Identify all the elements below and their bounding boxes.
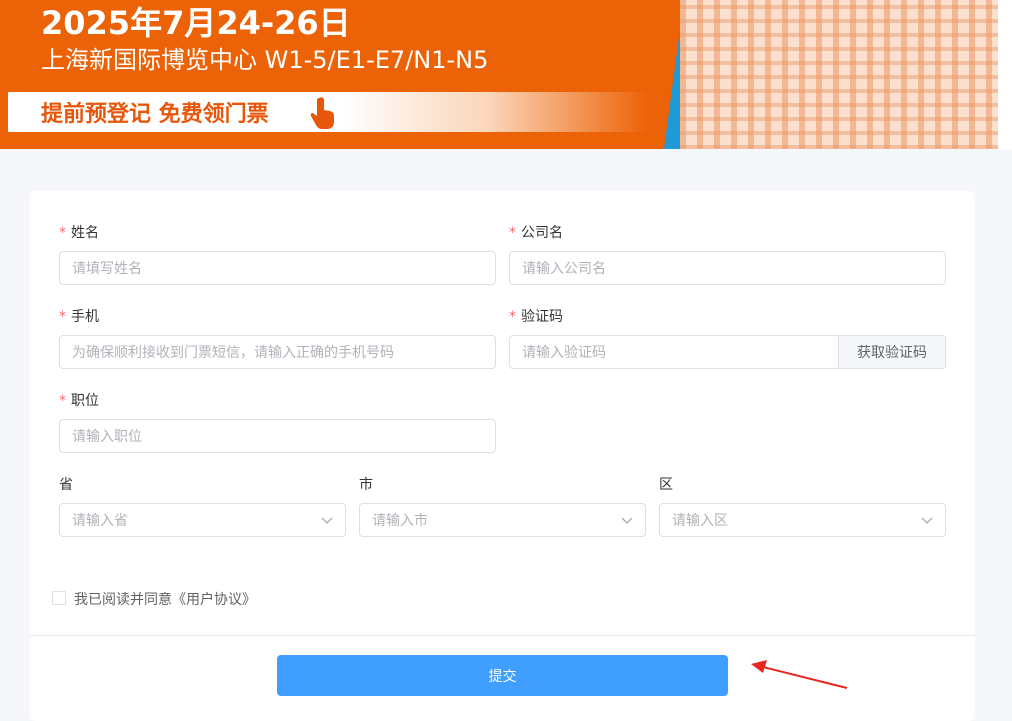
red-arrow-icon <box>751 660 848 689</box>
district-label: 区 <box>659 477 673 493</box>
required-mark: * <box>509 309 516 325</box>
company-placeholder: 请输入公司名 <box>522 261 606 277</box>
company-input[interactable]: 请输入公司名 <box>509 251 946 285</box>
phone-label: * 手机 <box>59 306 99 326</box>
required-mark: * <box>59 309 66 325</box>
code-input-group: 请输入验证码 获取验证码 <box>509 335 946 369</box>
name-placeholder: 请填写姓名 <box>72 261 142 277</box>
name-label: * 姓名 <box>59 222 99 242</box>
phone-input[interactable]: 为确保顺利接收到门票短信，请输入正确的手机号码 <box>59 335 496 369</box>
company-label-text: 公司名 <box>521 225 563 241</box>
name-input[interactable]: 请填写姓名 <box>59 251 496 285</box>
province-select[interactable]: 请输入省 <box>59 503 346 537</box>
code-input[interactable]: 请输入验证码 <box>510 336 838 368</box>
registration-form: * 姓名 请填写姓名 * 公司名 请输入公司名 * 手机 为确保顺利接收到门票短信，请… <box>30 191 975 721</box>
city-select[interactable]: 请输入市 <box>359 503 646 537</box>
position-label: * 职位 <box>59 390 99 410</box>
phone-label-text: 手机 <box>71 309 99 325</box>
chevron-down-icon <box>921 517 933 524</box>
name-label-text: 姓名 <box>71 225 99 241</box>
province-label: 省 <box>59 477 73 493</box>
code-label: * 验证码 <box>509 306 563 326</box>
kitchenware-pattern-image <box>680 0 998 149</box>
code-placeholder: 请输入验证码 <box>522 345 606 361</box>
event-venue: 上海新国际博览中心 W1-5/E1-E7/N1-N5 <box>41 46 489 74</box>
position-input[interactable]: 请输入职位 <box>59 419 496 453</box>
event-banner: 2025年7月24-26日 上海新国际博览中心 W1-5/E1-E7/N1-N5… <box>0 0 1012 149</box>
agreement-checkbox[interactable] <box>52 591 66 605</box>
company-label: * 公司名 <box>509 222 563 242</box>
required-mark: * <box>59 393 66 409</box>
required-mark: * <box>509 225 516 241</box>
city-placeholder: 请输入市 <box>372 513 428 529</box>
get-code-button[interactable]: 获取验证码 <box>838 336 945 368</box>
city-label: 市 <box>359 477 373 493</box>
chevron-down-icon <box>321 517 333 524</box>
event-date: 2025年7月24-26日 <box>41 4 351 42</box>
submit-button[interactable]: 提交 <box>277 655 728 696</box>
agreement-text[interactable]: 我已阅读并同意《用户协议》 <box>74 589 256 609</box>
province-placeholder: 请输入省 <box>72 513 128 529</box>
form-divider <box>30 635 975 636</box>
chevron-down-icon <box>621 517 633 524</box>
required-mark: * <box>59 225 66 241</box>
district-placeholder: 请输入区 <box>672 513 728 529</box>
banner-cta-text: 提前预登记 免费领门票 <box>41 102 269 127</box>
pointing-hand-icon <box>310 97 334 129</box>
position-label-text: 职位 <box>71 393 99 409</box>
phone-placeholder: 为确保顺利接收到门票短信，请输入正确的手机号码 <box>72 345 394 361</box>
district-select[interactable]: 请输入区 <box>659 503 946 537</box>
code-label-text: 验证码 <box>521 309 563 325</box>
position-placeholder: 请输入职位 <box>72 429 142 445</box>
